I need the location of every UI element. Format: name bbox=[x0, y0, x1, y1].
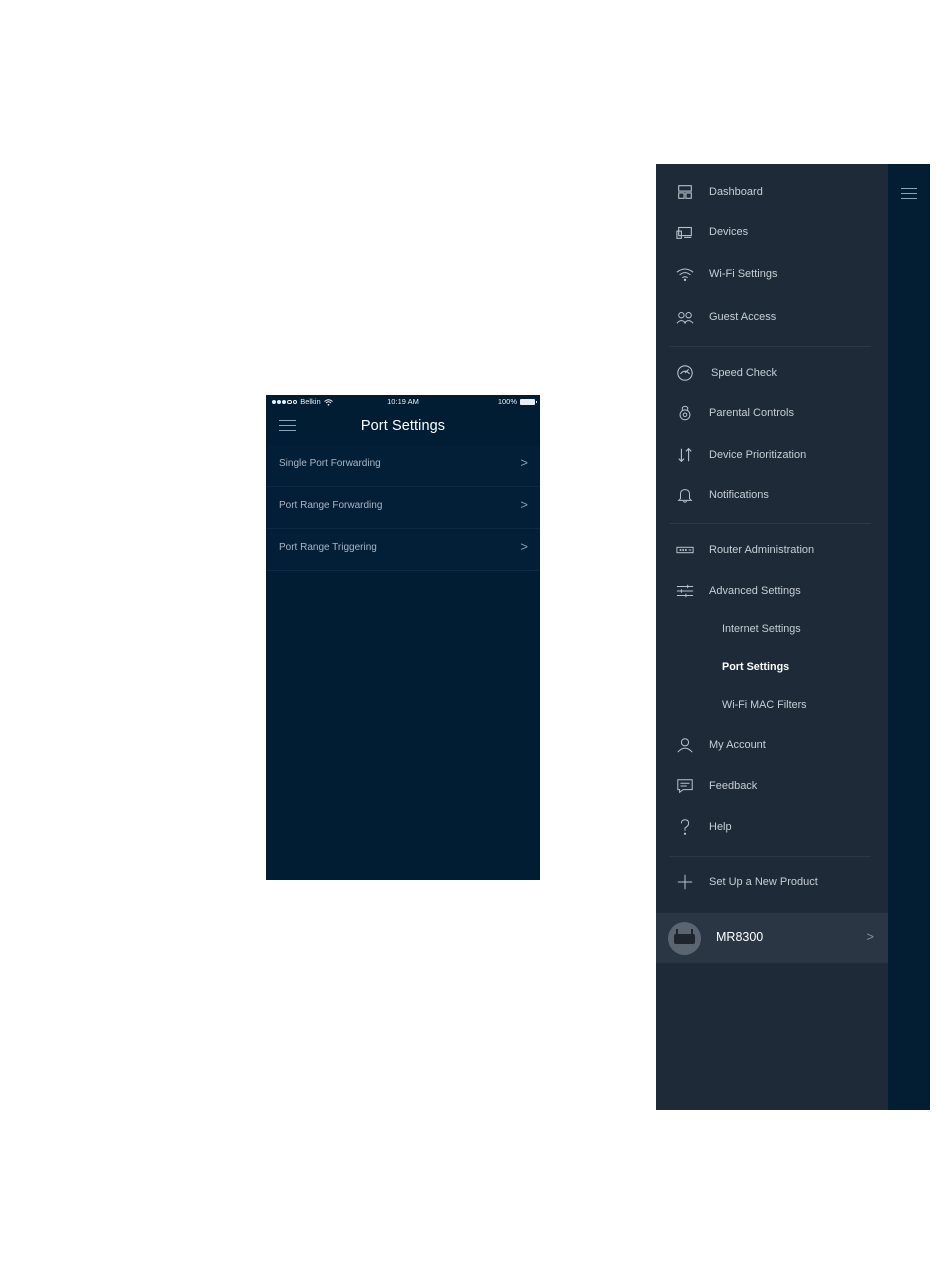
user-icon bbox=[675, 735, 695, 755]
nav-item-device-prioritization[interactable]: Device Prioritization bbox=[656, 437, 888, 473]
plus-icon bbox=[675, 872, 695, 892]
divider bbox=[669, 856, 871, 857]
phone-screen: Belkin 10:19 AM 100% Port Settings Singl… bbox=[266, 395, 540, 880]
nav-item-my-account[interactable]: My Account bbox=[656, 727, 888, 763]
list-item-label: Port Range Forwarding bbox=[279, 500, 383, 511]
nav-subitem-internet-settings[interactable]: Internet Settings bbox=[722, 623, 801, 635]
page-title: Port Settings bbox=[360, 418, 446, 434]
nav-label: Help bbox=[709, 821, 732, 833]
navigation-drawer: Dashboard Devices Wi-Fi Settings Guest A… bbox=[656, 164, 930, 1110]
dashboard-icon bbox=[675, 182, 695, 202]
phone-header: Port Settings bbox=[266, 409, 540, 445]
bell-icon bbox=[675, 485, 695, 505]
nav-label: Guest Access bbox=[709, 311, 777, 323]
nav-label: Wi-Fi Settings bbox=[709, 268, 778, 280]
drawer-hamburger-icon[interactable] bbox=[901, 188, 917, 200]
nav-item-parental-controls[interactable]: Parental Controls bbox=[656, 395, 888, 431]
port-range-triggering-row[interactable]: Port Range Triggering > bbox=[266, 529, 540, 571]
nav-label: Device Prioritization bbox=[709, 449, 807, 461]
divider bbox=[669, 346, 871, 347]
port-settings-list: Single Port Forwarding > Port Range Forw… bbox=[266, 445, 540, 571]
nav-item-wifi-settings[interactable]: Wi-Fi Settings bbox=[656, 256, 888, 292]
nav-label: Router Administration bbox=[709, 544, 815, 556]
battery-icon bbox=[520, 399, 537, 405]
battery-indicator: 100% bbox=[497, 395, 537, 409]
nav-item-dashboard[interactable]: Dashboard bbox=[656, 174, 888, 210]
nav-item-guest-access[interactable]: Guest Access bbox=[656, 299, 888, 335]
nav-label: Advanced Settings bbox=[709, 585, 801, 597]
nav-item-speed-check[interactable]: Speed Check bbox=[656, 355, 888, 391]
speedometer-icon bbox=[675, 363, 695, 383]
nav-label: Devices bbox=[709, 226, 749, 238]
drawer-menu: Dashboard Devices Wi-Fi Settings Guest A… bbox=[656, 164, 888, 1110]
guest-access-icon bbox=[675, 307, 695, 327]
chevron-right-icon: > bbox=[866, 929, 874, 944]
nav-item-router-administration[interactable]: Router Administration bbox=[656, 532, 888, 568]
single-port-forwarding-row[interactable]: Single Port Forwarding > bbox=[266, 445, 540, 487]
device-row-mr8300[interactable]: MR8300 > bbox=[656, 913, 888, 963]
nav-label: Feedback bbox=[709, 780, 758, 792]
nav-item-set-up-new-product[interactable]: Set Up a New Product bbox=[656, 864, 888, 900]
list-item-label: Port Range Triggering bbox=[279, 542, 377, 553]
devices-icon bbox=[675, 222, 695, 242]
parental-controls-icon bbox=[675, 403, 695, 423]
nav-subitem-wifi-mac-filters[interactable]: Wi-Fi MAC Filters bbox=[722, 699, 807, 711]
nav-item-notifications[interactable]: Notifications bbox=[656, 477, 888, 513]
nav-subitem-port-settings[interactable]: Port Settings bbox=[722, 661, 789, 673]
nav-item-feedback[interactable]: Feedback bbox=[656, 768, 888, 804]
list-item-label: Single Port Forwarding bbox=[279, 458, 381, 469]
device-name: MR8300 bbox=[716, 930, 764, 944]
nav-item-help[interactable]: Help bbox=[656, 809, 888, 845]
port-range-forwarding-row[interactable]: Port Range Forwarding > bbox=[266, 487, 540, 529]
nav-label: My Account bbox=[709, 739, 766, 751]
router-icon bbox=[675, 540, 695, 560]
status-bar: Belkin 10:19 AM 100% bbox=[266, 395, 540, 409]
nav-label: Dashboard bbox=[709, 186, 763, 198]
feedback-icon bbox=[675, 776, 695, 796]
sliders-icon bbox=[675, 581, 695, 601]
chevron-right-icon: > bbox=[520, 539, 528, 554]
divider bbox=[669, 523, 871, 524]
nav-item-devices[interactable]: Devices bbox=[656, 214, 888, 250]
nav-label: Speed Check bbox=[711, 367, 778, 379]
nav-label: Parental Controls bbox=[709, 407, 794, 419]
chevron-right-icon: > bbox=[520, 497, 528, 512]
nav-label: Set Up a New Product bbox=[709, 876, 818, 888]
prioritization-arrows-icon bbox=[675, 445, 695, 465]
help-icon bbox=[675, 817, 695, 837]
nav-item-advanced-settings[interactable]: Advanced Settings bbox=[656, 573, 888, 609]
wifi-icon bbox=[675, 264, 695, 284]
nav-label: Notifications bbox=[709, 489, 769, 501]
battery-percent: 100% bbox=[497, 397, 517, 406]
router-avatar bbox=[668, 922, 701, 955]
chevron-right-icon: > bbox=[520, 455, 528, 470]
